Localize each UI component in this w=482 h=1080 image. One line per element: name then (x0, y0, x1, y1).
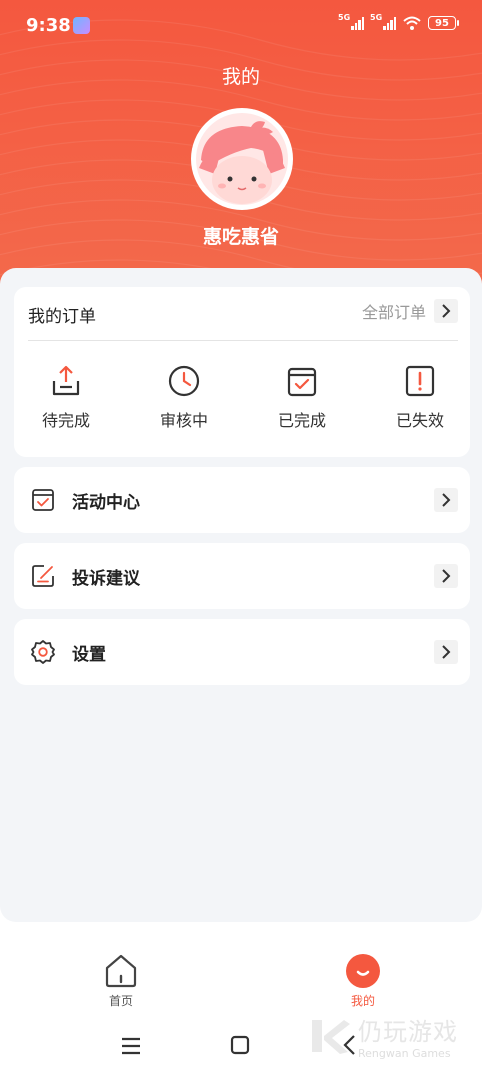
home-icon (102, 952, 140, 990)
upload-tray-icon (48, 363, 84, 399)
orders-title: 我的订单 (28, 307, 96, 327)
wifi-icon (403, 16, 421, 30)
clock-icon (166, 363, 202, 399)
order-status-completed[interactable]: 已完成 (252, 363, 352, 431)
order-status-label: 已完成 (277, 411, 326, 430)
chevron-right-icon (434, 488, 458, 512)
watermark: 仍玩游戏 Rengwan Games (308, 1012, 458, 1060)
orders-card: 我的订单 全部订单 待完成 审核中 已完成 已失效 (14, 287, 470, 457)
bottom-tab-bar: 首页 我的 (0, 922, 482, 1022)
gear-icon (30, 639, 56, 665)
menu-settings[interactable]: 设置 (14, 619, 470, 685)
calendar-check-icon (284, 363, 320, 399)
smile-icon (344, 952, 382, 990)
tab-label: 首页 (108, 994, 133, 1008)
menu-label: 投诉建议 (72, 569, 140, 589)
order-status-expired[interactable]: 已失效 (370, 363, 470, 431)
calendar-check-icon (30, 487, 56, 513)
order-status-reviewing[interactable]: 审核中 (134, 363, 234, 431)
watermark-cn: 仍玩游戏 (358, 1018, 458, 1046)
battery-level: 95 (435, 17, 449, 29)
avatar-face-icon (196, 113, 288, 205)
order-status-label: 审核中 (159, 411, 208, 430)
page-title: 我的 (221, 66, 260, 88)
order-status-label: 已失效 (395, 411, 444, 430)
menu-label: 活动中心 (72, 493, 140, 513)
avatar[interactable] (191, 108, 293, 210)
tab-mine[interactable]: 我的 (323, 952, 403, 1009)
menu-feedback[interactable]: 投诉建议 (14, 543, 470, 609)
signal-icon: 5G (338, 13, 364, 30)
status-time: 9:38 (26, 15, 71, 36)
tab-label: 我的 (350, 994, 375, 1008)
chevron-right-icon (434, 564, 458, 588)
username: 惠吃惠省 (202, 226, 279, 248)
status-bar: 9:38 5G 5G 95 (0, 0, 482, 52)
menu-icon[interactable] (120, 1036, 142, 1056)
tab-home[interactable]: 首页 (81, 952, 161, 1009)
order-status-pending[interactable]: 待完成 (16, 363, 116, 431)
battery-icon: 95 (428, 16, 459, 30)
home-square-icon[interactable] (230, 1035, 250, 1055)
signal-label: 5G (338, 13, 351, 22)
chevron-right-icon (434, 640, 458, 664)
signal-icon: 5G (370, 13, 396, 30)
chevron-right-icon (434, 299, 458, 323)
menu-activity-center[interactable]: 活动中心 (14, 467, 470, 533)
order-status-label: 待完成 (41, 411, 90, 430)
all-orders-label: 全部订单 (361, 303, 426, 322)
edit-note-icon (30, 563, 56, 589)
watermark-en: Rengwan Games (358, 1047, 451, 1060)
menu-label: 设置 (72, 645, 106, 665)
all-orders-link[interactable]: 全部订单 (362, 299, 458, 323)
signal-label: 5G (370, 13, 383, 22)
content-area: 我的订单 全部订单 待完成 审核中 已完成 已失效 活动中心 投诉建议 设置 (0, 268, 482, 922)
watermark-logo-icon (312, 1020, 350, 1054)
profile-header: 9:38 5G 5G 95 我的 惠吃惠省 (0, 0, 482, 300)
app-notification-icon (73, 17, 90, 34)
exclamation-icon (402, 363, 438, 399)
divider (28, 340, 458, 341)
